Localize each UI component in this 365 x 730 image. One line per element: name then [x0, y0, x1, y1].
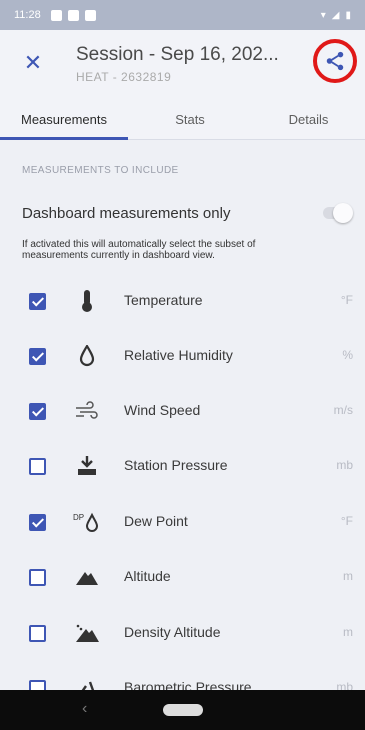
measurement-label: Station Pressure	[124, 457, 228, 473]
toggle-knob	[333, 203, 353, 223]
measurement-row-station-pressure[interactable]: Station Pressure mb	[0, 438, 365, 494]
notification-icon	[67, 9, 79, 21]
close-button[interactable]: ✕	[18, 48, 48, 78]
notification-icon	[84, 9, 96, 21]
battery-icon: ▮	[345, 9, 351, 21]
measurement-row-relative-humidity[interactable]: Relative Humidity %	[0, 328, 365, 384]
pressure-icon	[72, 452, 102, 480]
measurement-row-wind-speed[interactable]: Wind Speed m/s	[0, 383, 365, 439]
dashboard-toggle-description: If activated this will automatically sel…	[22, 239, 256, 261]
measurement-unit: m/s	[333, 403, 353, 417]
measurement-checkbox[interactable]	[29, 514, 46, 531]
measurement-label: Wind Speed	[124, 402, 201, 418]
dew-point-icon: DP	[72, 508, 102, 536]
density-altitude-icon	[72, 619, 102, 647]
tab-bar: Measurements Stats Details	[0, 100, 365, 140]
measurement-checkbox[interactable]	[29, 625, 46, 642]
session-title: Session - Sep 16, 202...	[76, 44, 279, 65]
measurement-row-altitude[interactable]: Altitude m	[0, 549, 365, 605]
signal-icon: ◢	[331, 9, 340, 21]
measurement-checkbox[interactable]	[29, 293, 46, 310]
measurement-checkbox[interactable]	[29, 458, 46, 475]
app-header: ✕ Session - Sep 16, 202... HEAT - 263281…	[0, 30, 365, 100]
home-pill[interactable]	[163, 704, 203, 716]
share-icon	[326, 51, 344, 71]
close-icon: ✕	[23, 50, 43, 75]
notification-icons	[50, 9, 96, 21]
measurement-label: Altitude	[124, 568, 171, 584]
session-subtitle: HEAT - 2632819	[76, 70, 172, 84]
measurement-row-temperature[interactable]: Temperature °F	[0, 273, 365, 329]
status-bar: 11:28 ▾ ◢ ▮	[0, 0, 365, 30]
measurement-unit: °F	[340, 514, 353, 528]
measurement-checkbox[interactable]	[29, 403, 46, 420]
thermometer-icon	[72, 287, 102, 315]
measurement-row-density-altitude[interactable]: Density Altitude m	[0, 605, 365, 661]
measurement-checkbox[interactable]	[29, 348, 46, 365]
measurement-label: Dew Point	[124, 513, 188, 529]
back-icon[interactable]: ‹	[82, 700, 87, 718]
dashboard-toggle-label: Dashboard measurements only	[22, 205, 231, 222]
dashboard-toggle-switch[interactable]	[323, 203, 353, 223]
measurement-label: Relative Humidity	[124, 347, 233, 363]
section-label: MEASUREMENTS TO INCLUDE	[22, 165, 179, 176]
status-time: 11:28	[14, 9, 41, 21]
tab-measurements[interactable]: Measurements	[0, 100, 128, 140]
measurement-label: Temperature	[124, 292, 203, 308]
wind-icon	[72, 397, 102, 425]
system-icons: ▾ ◢ ▮	[321, 10, 351, 21]
wifi-icon: ▾	[320, 9, 326, 21]
mountain-icon	[72, 563, 102, 591]
svg-text:DP: DP	[73, 513, 84, 522]
share-button[interactable]	[313, 39, 357, 83]
tab-details[interactable]: Details	[252, 100, 365, 140]
measurement-label: Density Altitude	[124, 624, 221, 640]
tab-stats[interactable]: Stats	[128, 100, 252, 140]
measurement-unit: mb	[336, 458, 353, 472]
humidity-drop-icon	[72, 342, 102, 370]
measurement-unit: °F	[340, 293, 353, 307]
measurement-unit: m	[343, 625, 353, 639]
notification-icon	[50, 9, 62, 21]
measurement-row-dew-point[interactable]: DP Dew Point °F	[0, 494, 365, 550]
measurement-checkbox[interactable]	[29, 569, 46, 586]
system-nav-bar: ‹	[0, 690, 365, 730]
measurement-unit: %	[342, 348, 353, 362]
measurement-unit: m	[343, 569, 353, 583]
